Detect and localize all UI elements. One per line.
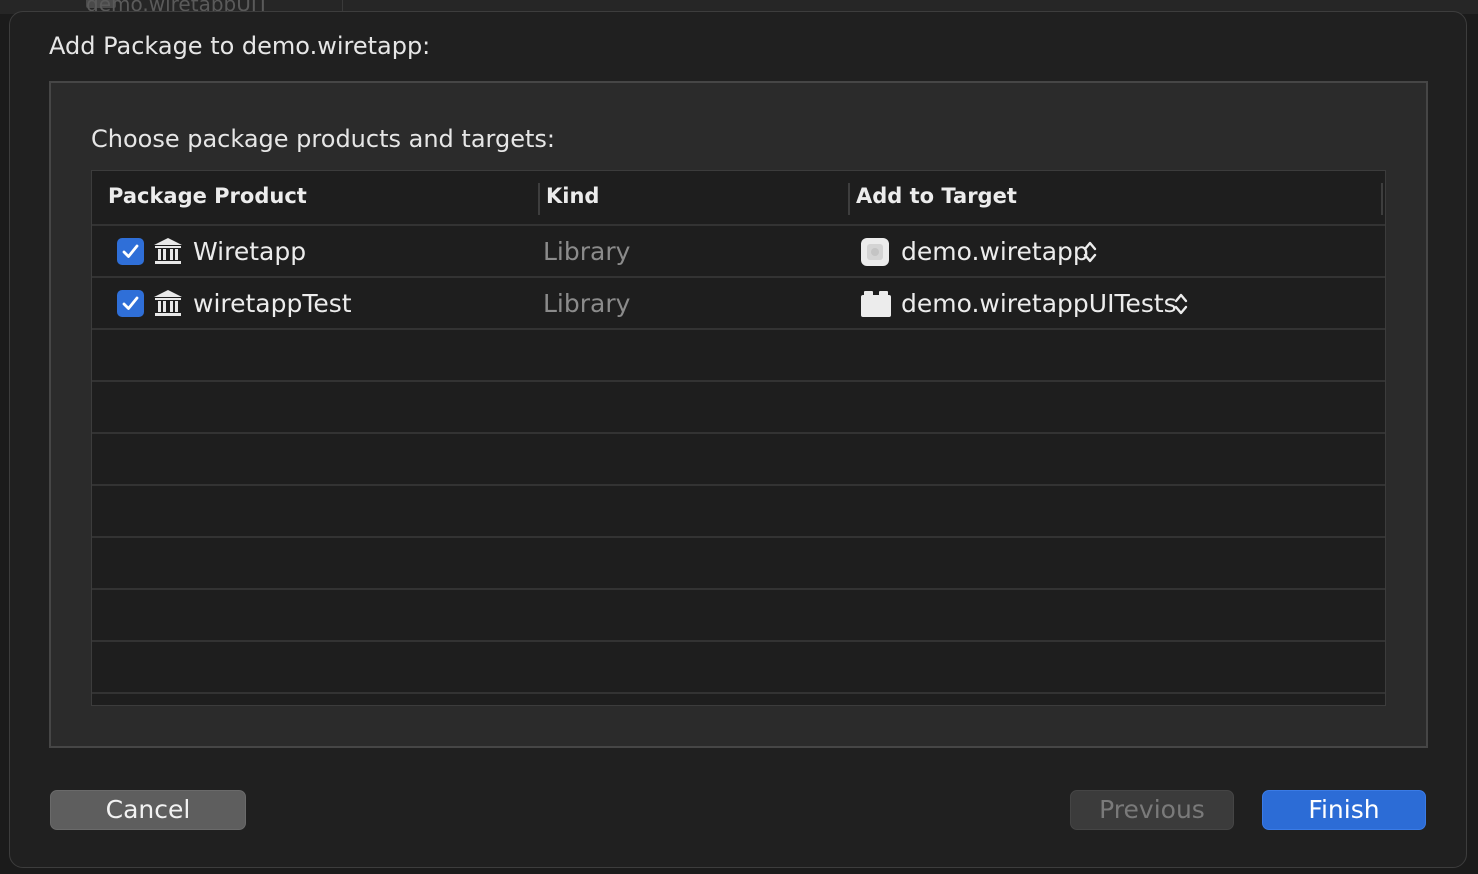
column-header-kind[interactable]: Kind [546,184,599,208]
column-separator [1381,183,1383,215]
product-kind: Library [543,289,631,318]
empty-table-row [92,382,1385,434]
empty-table-row [92,642,1385,694]
empty-table-row [92,330,1385,382]
table-row[interactable]: wiretappTest Library demo.wiretappUITest… [92,278,1385,330]
content-panel: Choose package products and targets: Pac… [49,81,1428,748]
empty-table-row [92,590,1385,642]
include-checkbox[interactable] [117,238,144,265]
empty-table-row [92,486,1385,538]
add-package-dialog: Add Package to demo.wiretapp: Choose pac… [9,11,1467,868]
table-row[interactable]: Wiretapp Library demo.wiretapp [92,226,1385,278]
product-name: Wiretapp [193,237,307,266]
column-header-add-to-target[interactable]: Add to Target [856,184,1017,208]
column-separator[interactable] [538,183,540,215]
empty-table-row [92,434,1385,486]
choose-products-label: Choose package products and targets: [91,125,555,153]
include-checkbox[interactable] [117,290,144,317]
chevron-up-down-icon[interactable] [1173,291,1189,317]
checkmark-icon [122,244,139,258]
column-separator[interactable] [848,183,850,215]
chevron-up-down-icon[interactable] [1082,239,1098,265]
previous-button[interactable]: Previous [1070,790,1234,830]
empty-table-row [92,538,1385,590]
library-icon [154,290,182,316]
table-header: Package Product Kind Add to Target [92,171,1385,226]
column-header-package-product[interactable]: Package Product [108,184,307,208]
target-name[interactable]: demo.wiretapp [901,237,1089,266]
product-kind: Library [543,237,631,266]
target-name[interactable]: demo.wiretappUITests [901,289,1177,318]
finish-button[interactable]: Finish [1262,790,1426,830]
package-products-table: Package Product Kind Add to Target Wiret… [91,170,1386,706]
cancel-button[interactable]: Cancel [50,790,246,830]
product-name: wiretappTest [193,289,352,318]
app-target-icon [861,238,889,266]
checkmark-icon [122,296,139,310]
test-bundle-icon [861,291,891,317]
dialog-title: Add Package to demo.wiretapp: [49,32,431,60]
library-icon [154,238,182,264]
